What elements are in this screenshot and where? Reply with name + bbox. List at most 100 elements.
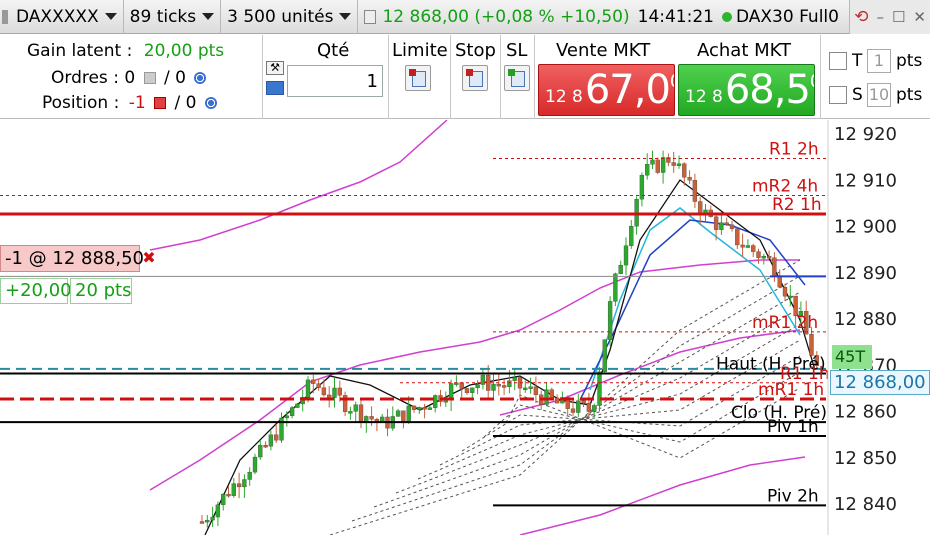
candle-body xyxy=(284,415,289,419)
position-label: Position : xyxy=(42,93,120,113)
stop-order-button[interactable] xyxy=(462,65,488,91)
mid-envelope-line xyxy=(149,259,800,491)
axis-tick-label: 12 910 xyxy=(834,170,897,191)
chart-canvas[interactable]: R1 2hmR2 4hR2 1hmR1 2hHaut (H. Pré)R1 1h… xyxy=(0,120,930,535)
candle-body xyxy=(650,159,655,165)
candle-body xyxy=(613,273,618,302)
candle-body xyxy=(788,295,793,299)
stop-loss-button[interactable] xyxy=(504,65,530,91)
candle-body xyxy=(401,410,406,423)
divider xyxy=(262,35,263,119)
quote-strip: 12 868,00 (+0,08 % +10,50) 14:41:21 DAX3… xyxy=(358,7,849,27)
candle-body xyxy=(607,301,613,340)
maximize-icon[interactable]: ☐ xyxy=(892,8,905,26)
s-value-input[interactable]: 10 xyxy=(867,83,891,107)
axis-tick-label: 12 920 xyxy=(834,124,897,145)
candle-body xyxy=(629,226,634,246)
sell-label: Vente MKT xyxy=(556,40,651,61)
quote-time: 14:41:21 xyxy=(637,6,714,27)
candle-body xyxy=(231,483,236,496)
order-panel: Gain latent : 20,00 pts Ordres : 0 / 0 P… xyxy=(0,35,930,119)
sell-market-button[interactable]: 12 8 67,0 0 xyxy=(538,64,675,116)
candle-body xyxy=(645,164,650,176)
divider xyxy=(500,35,501,119)
wrench-icon[interactable]: ⚒ xyxy=(266,61,284,75)
candle-body xyxy=(735,228,740,246)
candle-body xyxy=(459,382,464,389)
gain-row: Gain latent : 20,00 pts xyxy=(27,41,224,61)
gear-icon[interactable] xyxy=(194,72,207,84)
axis-tick-label: 12 880 xyxy=(834,309,897,330)
ticks-selector[interactable]: 89 ticks xyxy=(124,0,222,34)
take-profit-checkbox[interactable] xyxy=(829,52,847,70)
candle-body xyxy=(549,389,554,399)
axis-tick-label: 12 890 xyxy=(834,263,897,284)
divider xyxy=(820,35,821,119)
candle-body xyxy=(655,159,660,173)
price-chart[interactable]: R1 2h mR2 4h R2 1h mR1 2h Haut (H. Pré) R1 1h… xyxy=(0,120,930,535)
limit-label: Limite xyxy=(392,40,448,61)
upper-envelope-line xyxy=(149,120,448,251)
candle-body xyxy=(570,408,576,413)
stop-checkbox[interactable] xyxy=(829,86,847,104)
orders-slash: / 0 xyxy=(163,68,186,88)
tp-label: T xyxy=(852,51,863,71)
pivot-levels: R1 2hmR2 4hR2 1hmR1 2hHaut (H. Pré)R1 1h… xyxy=(0,139,830,507)
close-icon[interactable]: ✕ xyxy=(913,8,926,26)
units-selector[interactable]: 3 500 unités xyxy=(221,0,359,34)
price-axis: 12 92012 91012 90012 89012 88012 87012 8… xyxy=(827,120,897,535)
candle-body xyxy=(263,444,268,448)
keyboard-icon[interactable] xyxy=(266,81,284,95)
chevron-down-icon xyxy=(104,13,117,20)
candle-body xyxy=(761,256,766,259)
limit-order-button[interactable] xyxy=(405,65,431,91)
candle-body xyxy=(623,245,629,266)
candle-body xyxy=(581,400,586,404)
channel-line xyxy=(417,323,801,480)
candle-body xyxy=(316,383,321,388)
level-label: R2 1h xyxy=(772,195,822,215)
level-label: mR2 4h xyxy=(752,176,818,196)
candle-body xyxy=(676,163,682,166)
candle-body xyxy=(533,386,539,395)
position-entry-tag[interactable]: -1 @ 12 888,50 xyxy=(0,245,144,272)
info-icon[interactable] xyxy=(364,9,377,24)
candle-body xyxy=(321,387,327,396)
instrument-selector[interactable]: DAXXXXX xyxy=(0,0,124,34)
candle-body xyxy=(395,410,401,417)
candle-body xyxy=(210,516,215,521)
cancel-orders-icon[interactable] xyxy=(143,72,156,84)
chevron-down-icon xyxy=(339,13,352,20)
candle-body xyxy=(348,411,353,414)
tp-value-input[interactable]: 1 xyxy=(867,49,891,73)
refresh-icon[interactable]: ⟲ xyxy=(854,7,868,27)
candle-body xyxy=(353,404,358,412)
gear-icon[interactable] xyxy=(204,97,217,109)
instrument-label: DAXXXXX xyxy=(16,6,99,27)
axis-tick-label: 12 860 xyxy=(834,402,897,423)
candle-body xyxy=(226,493,231,497)
candle-body xyxy=(205,519,210,523)
orders-label: Ordres : 0 xyxy=(51,68,136,88)
stop-label: Stop xyxy=(455,40,496,61)
minimize-icon[interactable]: – xyxy=(876,8,884,26)
level-label: R1 2h xyxy=(769,139,819,159)
candle-body xyxy=(719,222,724,230)
position-slash: / 0 xyxy=(174,93,197,113)
close-position-icon[interactable]: ✖ xyxy=(141,245,157,272)
candle-body xyxy=(528,386,533,389)
divider xyxy=(388,35,389,119)
candle-body xyxy=(311,379,316,384)
gain-value: 20,00 pts xyxy=(143,41,225,61)
close-position-icon[interactable] xyxy=(154,97,167,109)
candle-body xyxy=(660,157,666,173)
candle-body xyxy=(772,257,777,277)
quantity-input[interactable] xyxy=(287,65,383,97)
divider xyxy=(450,35,451,119)
buy-market-button[interactable]: 12 8 68,5 0 xyxy=(678,64,815,116)
axis-tick-label: 12 850 xyxy=(834,448,897,469)
window-controls: ⟲ – ☐ ✕ xyxy=(849,0,930,34)
candle-body xyxy=(501,385,507,388)
candle-body xyxy=(523,387,528,391)
last-price-badge: 12 868,00 xyxy=(830,370,930,395)
